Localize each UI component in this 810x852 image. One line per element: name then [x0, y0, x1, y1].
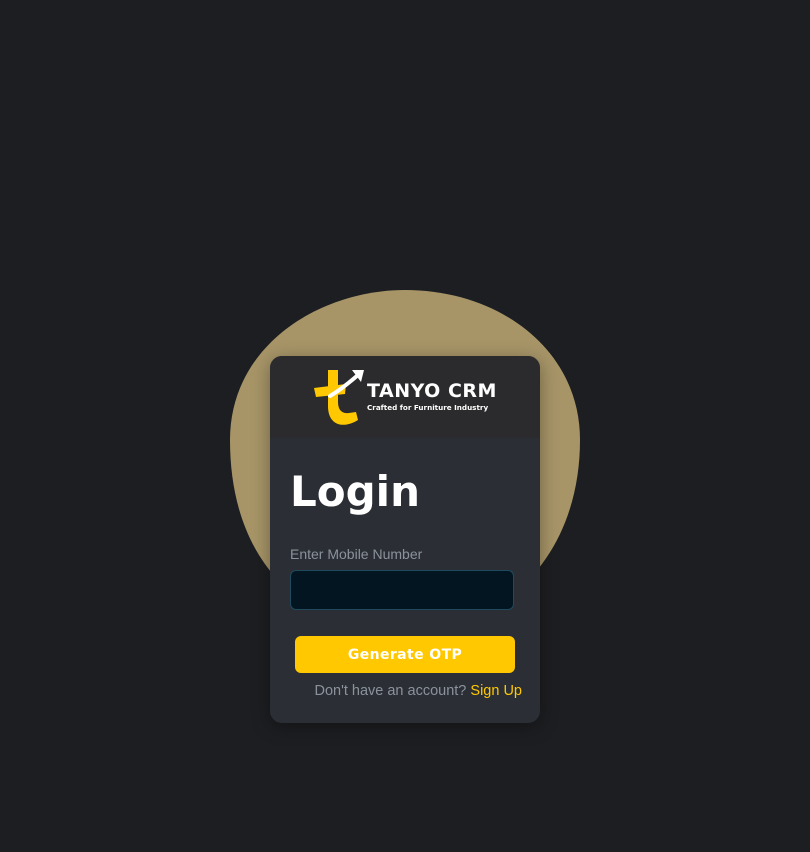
page-title: Login — [290, 467, 420, 516]
brand-name: TANYO CRM — [367, 380, 497, 402]
signup-link[interactable]: Sign Up — [470, 683, 522, 699]
card-body: Login Enter Mobile Number Generate OTP D… — [270, 438, 540, 700]
mobile-number-label: Enter Mobile Number — [290, 546, 423, 562]
login-card: TANYO CRM Crafted for Furniture Industry… — [270, 356, 540, 723]
generate-otp-button[interactable]: Generate OTP — [295, 636, 515, 673]
mobile-number-input[interactable] — [290, 570, 514, 610]
card-header: TANYO CRM Crafted for Furniture Industry — [270, 356, 540, 438]
login-page: TANYO CRM Crafted for Furniture Industry… — [0, 0, 810, 852]
signup-row: Don't have an account? Sign Up — [290, 682, 522, 700]
tanyo-t-arrow-logo-icon — [314, 370, 364, 425]
brand-tagline: Crafted for Furniture Industry — [367, 403, 489, 412]
brand-logo: TANYO CRM Crafted for Furniture Industry — [312, 366, 502, 430]
no-account-text: Don't have an account? — [314, 683, 467, 699]
